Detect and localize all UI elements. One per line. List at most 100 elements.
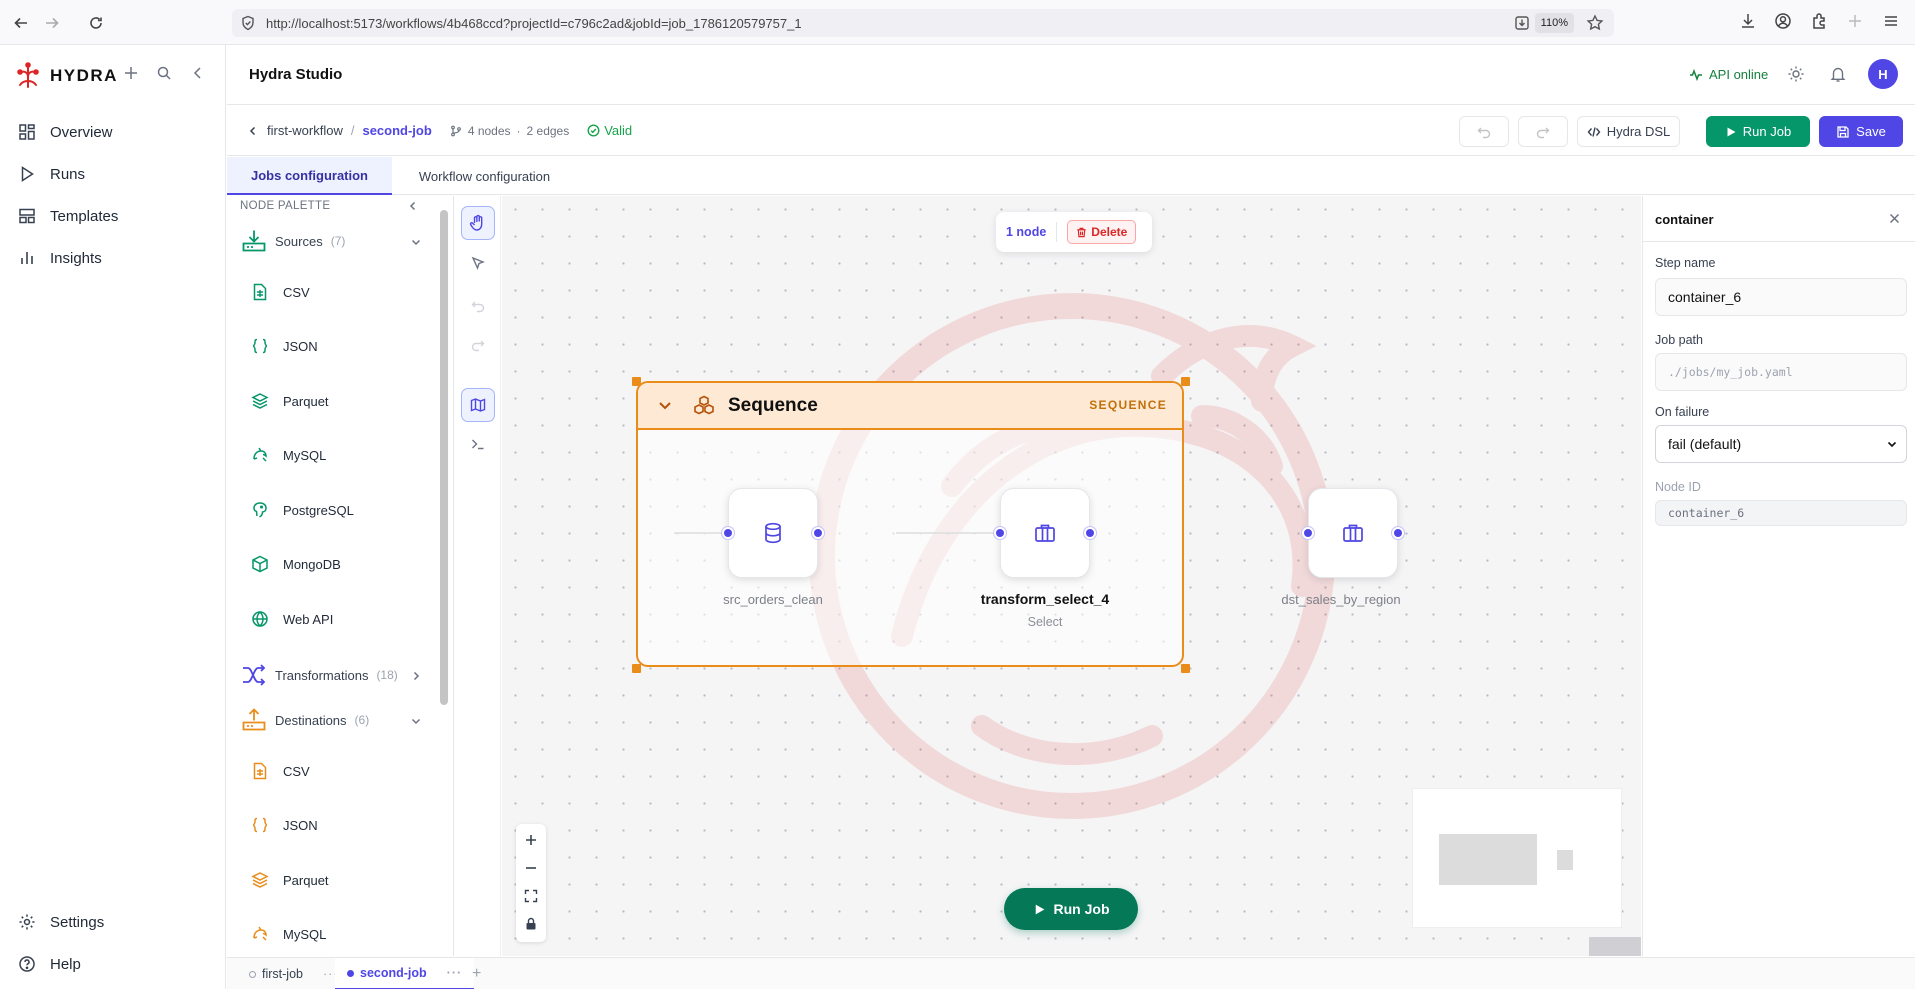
shuffle-icon: [241, 662, 267, 688]
pointer-icon: [470, 255, 486, 271]
select-tool-button[interactable]: [461, 246, 495, 280]
sidebar-item-overview[interactable]: Overview: [18, 123, 113, 141]
minimap-toggle-button[interactable]: [461, 388, 495, 422]
reload-icon[interactable]: [85, 12, 107, 34]
job-path-input[interactable]: ./jobs/my_job.yaml: [1655, 353, 1907, 391]
extensions-icon[interactable]: [1810, 12, 1828, 30]
workflow-canvas[interactable]: 1 node Delete Sequence SEQUENCE src_orde…: [502, 196, 1641, 956]
palette-item-mysql[interactable]: MySQL: [251, 925, 326, 943]
palette-item-mysql[interactable]: MySQL: [251, 446, 326, 464]
sidebar-item-templates[interactable]: Templates: [18, 207, 118, 225]
chevron-left-icon[interactable]: [247, 125, 259, 137]
palette-item-web-api[interactable]: Web API: [251, 610, 333, 628]
palette-item-csv[interactable]: CSV: [251, 762, 310, 780]
on-failure-select[interactable]: fail (default): [1655, 425, 1907, 463]
resize-handle[interactable]: [632, 664, 641, 673]
chevron-down-icon[interactable]: [410, 236, 422, 248]
chevron-down-icon[interactable]: [656, 396, 674, 414]
briefcase-icon: [1341, 521, 1365, 545]
resize-handle[interactable]: [1181, 377, 1190, 386]
undo-tool-button[interactable]: [461, 289, 495, 323]
chevron-right-icon[interactable]: [410, 670, 422, 682]
breadcrumb: first-workflow / second-job 4 nodes · 2 …: [247, 123, 632, 138]
breadcrumb-workflow[interactable]: first-workflow: [267, 123, 343, 138]
palette-item-parquet[interactable]: Parquet: [251, 871, 329, 889]
node-dst-sales-by-region[interactable]: [1308, 488, 1398, 578]
sidebar-item-insights[interactable]: Insights: [18, 249, 102, 267]
theme-toggle-icon[interactable]: [1787, 65, 1805, 83]
redo-icon: [471, 338, 485, 352]
sidebar-item-help[interactable]: Help: [18, 955, 81, 973]
palette-group-sources[interactable]: Sources (7): [241, 228, 345, 254]
new-tab-icon[interactable]: [1846, 12, 1864, 30]
tab-workflow-configuration[interactable]: Workflow configuration: [392, 157, 577, 195]
downloads-icon[interactable]: [1739, 12, 1757, 30]
sidebar-item-runs[interactable]: Runs: [18, 165, 85, 183]
input-port[interactable]: [722, 527, 734, 539]
save-button[interactable]: Save: [1819, 116, 1903, 147]
palette-scrollbar[interactable]: [440, 210, 448, 705]
job-tab-second-job[interactable]: second-job ···: [335, 958, 475, 989]
hydra-dsl-button[interactable]: Hydra DSL: [1577, 116, 1680, 147]
graph-stats: 4 nodes · 2 edges: [450, 124, 569, 138]
close-icon[interactable]: [1888, 212, 1901, 225]
palette-item-parquet[interactable]: Parquet: [251, 392, 329, 410]
resize-handle[interactable]: [632, 377, 641, 386]
bell-icon[interactable]: [1829, 65, 1847, 83]
run-job-label: Run Job: [1742, 124, 1792, 139]
output-port[interactable]: [1084, 527, 1096, 539]
pan-tool-button[interactable]: [461, 206, 495, 240]
sequence-title: Sequence: [728, 395, 818, 416]
zoom-in-button[interactable]: [516, 826, 546, 854]
tab-jobs-configuration[interactable]: Jobs configuration: [227, 157, 392, 195]
sidebar-item-label: Templates: [50, 207, 119, 225]
forward-icon[interactable]: [41, 12, 63, 34]
account-icon[interactable]: [1774, 12, 1792, 30]
back-icon[interactable]: [10, 12, 32, 34]
output-port[interactable]: [1392, 527, 1404, 539]
page-save-icon[interactable]: [1514, 15, 1530, 31]
url-bar[interactable]: http://localhost:5173/workflows/4b468ccd…: [232, 9, 1614, 37]
palette-item-json[interactable]: JSON: [251, 816, 318, 834]
more-icon[interactable]: ···: [447, 966, 463, 980]
redo-tool-button[interactable]: [461, 328, 495, 362]
terminal-button[interactable]: [461, 427, 495, 461]
input-port[interactable]: [1302, 527, 1314, 539]
node-transform-select-4[interactable]: [1000, 488, 1090, 578]
palette-item-json[interactable]: JSON: [251, 337, 318, 355]
palette-item-csv[interactable]: CSV: [251, 283, 310, 301]
job-tab-first-job[interactable]: first-job ···: [237, 958, 350, 989]
palette-item-postgresql[interactable]: PostgreSQL: [251, 501, 354, 519]
node-src-orders-clean[interactable]: [728, 488, 818, 578]
run-job-floating-button[interactable]: Run Job: [1004, 888, 1138, 930]
sidebar-item-settings[interactable]: Settings: [18, 913, 104, 931]
chevron-down-icon[interactable]: [410, 715, 422, 727]
palette-item-label: MongoDB: [283, 556, 341, 572]
zoom-out-button[interactable]: [516, 854, 546, 882]
sequence-badge: SEQUENCE: [1089, 398, 1167, 412]
collapse-palette-icon[interactable]: [407, 200, 419, 212]
resize-handle[interactable]: [1181, 664, 1190, 673]
input-port[interactable]: [994, 527, 1006, 539]
step-name-input[interactable]: container_6: [1655, 278, 1907, 316]
collapse-sidebar-icon[interactable]: [190, 65, 206, 81]
breadcrumb-separator: /: [350, 123, 355, 138]
lock-button[interactable]: [516, 910, 546, 938]
run-job-button[interactable]: Run Job: [1706, 116, 1810, 147]
palette-group-transformations[interactable]: Transformations (18): [241, 662, 398, 688]
palette-item-mongodb[interactable]: MongoDB: [251, 555, 341, 573]
add-job-tab-icon[interactable]: +: [472, 965, 481, 983]
redo-button[interactable]: [1518, 116, 1568, 147]
bookmark-star-icon[interactable]: [1586, 14, 1604, 32]
search-icon[interactable]: [156, 65, 172, 81]
minimap[interactable]: [1412, 788, 1622, 928]
menu-icon[interactable]: [1882, 12, 1900, 30]
output-port[interactable]: [812, 527, 824, 539]
zoom-level[interactable]: 110%: [1534, 13, 1574, 33]
avatar[interactable]: H: [1868, 59, 1898, 89]
brand-logo[interactable]: HYDRA: [14, 62, 118, 90]
fit-view-button[interactable]: [516, 882, 546, 910]
palette-group-destinations[interactable]: Destinations (6): [241, 707, 369, 733]
undo-button[interactable]: [1459, 116, 1509, 147]
new-icon[interactable]: [123, 65, 139, 81]
